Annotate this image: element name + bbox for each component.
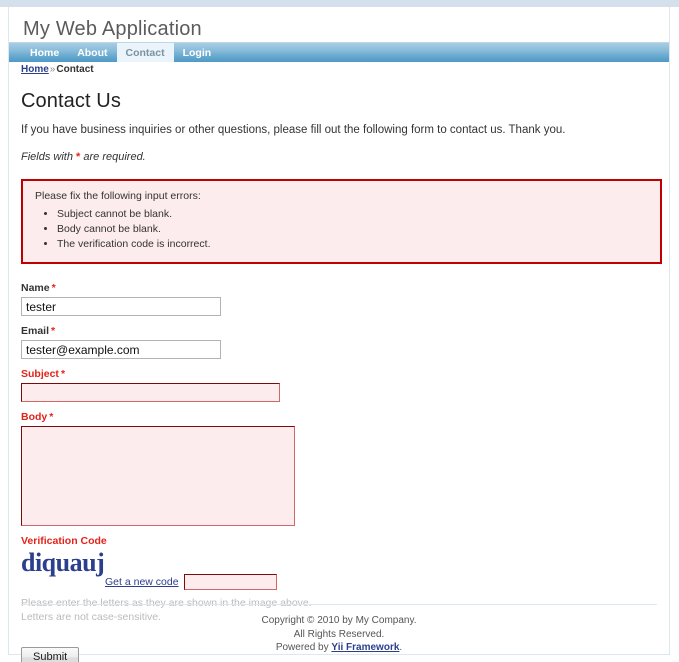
page-title: Contact Us [21, 90, 121, 112]
nav-link-about[interactable]: About [68, 43, 116, 62]
email-required-icon: * [51, 325, 56, 338]
intro-paragraph: If you have business inquiries or other … [21, 124, 566, 136]
nav-link-home[interactable]: Home [21, 43, 68, 62]
error-item: The verification code is incorrect. [57, 237, 648, 252]
page-outer-margin-right [670, 7, 679, 662]
error-summary-list: Subject cannot be blank. Body cannot be … [35, 207, 648, 253]
nav-item-home[interactable]: Home [21, 43, 68, 62]
footer-powered-suffix: . [399, 642, 403, 653]
nav-item-login[interactable]: Login [174, 43, 221, 62]
name-label: Name * [21, 282, 657, 294]
body-textarea[interactable] [21, 426, 295, 527]
body-required-icon: * [49, 411, 54, 424]
error-summary-heading: Please fix the following input errors: [35, 189, 201, 202]
verification-label: Verification Code [21, 535, 107, 548]
verification-code-input[interactable] [183, 574, 277, 591]
name-input[interactable] [21, 297, 221, 317]
form-row-email: Email * [21, 325, 657, 360]
subject-label-text: Subject [21, 368, 59, 381]
nav-list: Home About Contact Login [9, 43, 669, 62]
nav-item-contact[interactable]: Contact [116, 43, 174, 62]
top-decoration-band [0, 0, 679, 7]
footer-powered-by: Powered by Yii Framework. [9, 641, 669, 655]
nav-link-login[interactable]: Login [174, 43, 221, 62]
main-navigation: Home About Contact Login [9, 42, 669, 62]
breadcrumb-link-home[interactable]: Home [21, 64, 49, 75]
captcha-controls: Get a new code [21, 574, 657, 591]
form-row-name: Name * [21, 282, 657, 317]
breadcrumb: Home»Contact [9, 64, 669, 75]
form-row-body: Body * [21, 411, 657, 527]
note-text-after: are required. [80, 150, 146, 163]
footer-powered-prefix: Powered by [275, 642, 332, 653]
page-root: My Web Application Home About Contact Lo… [0, 0, 679, 662]
error-summary: Please fix the following input errors: S… [21, 178, 662, 265]
form-row-subject: Subject * [21, 368, 657, 403]
name-label-text: Name [21, 282, 50, 295]
subject-required-icon: * [60, 368, 66, 381]
subject-input[interactable] [21, 383, 280, 403]
footer-yii-link[interactable]: Yii Framework [331, 642, 399, 653]
email-input[interactable] [21, 340, 221, 360]
site-title: My Web Application [23, 18, 202, 40]
nav-item-about[interactable]: About [68, 43, 116, 62]
error-item: Subject cannot be blank. [57, 207, 648, 222]
body-label-text: Body [21, 411, 48, 424]
refresh-captcha-link[interactable]: Get a new code [105, 576, 179, 588]
footer-rights: All Rights Reserved. [293, 628, 385, 640]
note-text-before: Fields with [21, 150, 77, 163]
page-outer-margin-left [0, 7, 8, 662]
error-item: Body cannot be blank. [57, 222, 648, 237]
body-label: Body * [21, 411, 657, 423]
name-required-icon: * [51, 282, 56, 295]
required-fields-note: Fields with * are required. [21, 151, 657, 163]
email-label-text: Email [21, 325, 50, 338]
footer-copyright: Copyright © 2010 by My Company. [261, 615, 417, 626]
nav-link-contact[interactable]: Contact [116, 43, 174, 62]
email-label: Email * [21, 325, 657, 337]
site-header: My Web Application [9, 8, 669, 40]
breadcrumb-current: Contact [56, 64, 94, 75]
subject-label: Subject * [21, 368, 657, 380]
main-content: Contact Us If you have business inquirie… [9, 82, 669, 662]
site-footer: Copyright © 2010 by My Company. All Righ… [9, 604, 669, 655]
